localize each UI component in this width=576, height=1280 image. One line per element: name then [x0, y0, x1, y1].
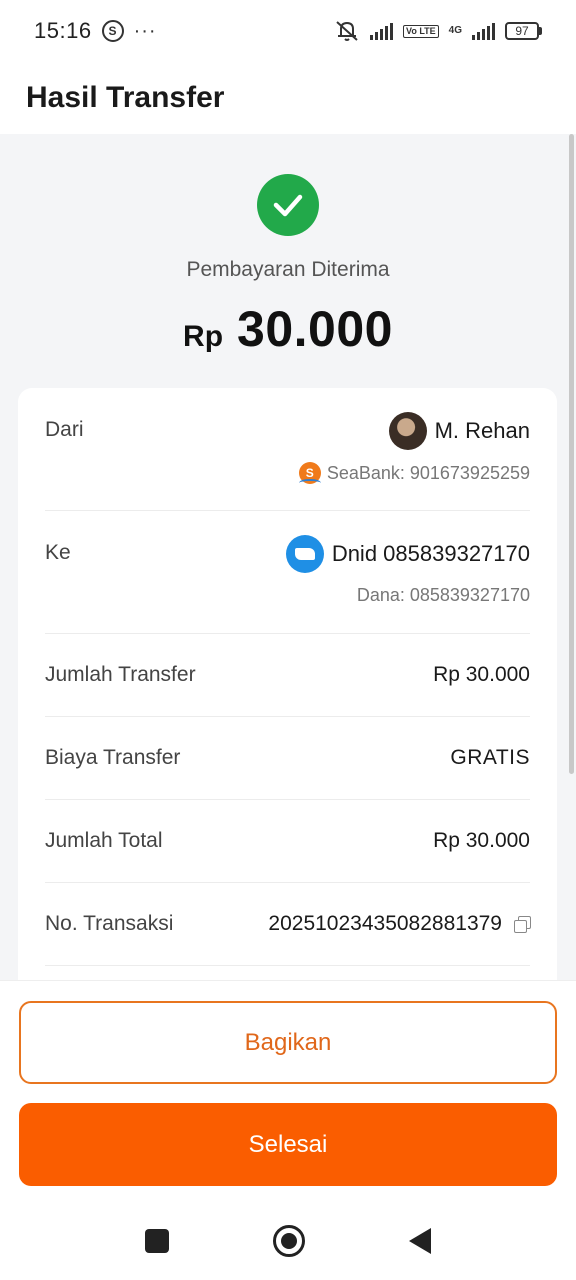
total-amount-value: Rp 30.000: [433, 829, 530, 852]
page-title: Hasil Transfer: [26, 81, 225, 114]
success-check-icon: [257, 174, 319, 236]
success-summary: Pembayaran Diterima Rp 30.000: [0, 134, 576, 358]
transfer-result-content[interactable]: Pembayaran Diterima Rp 30.000 Dari M. Re…: [0, 134, 576, 980]
total-amount-label: Jumlah Total: [45, 829, 163, 852]
bottom-actions: Bagikan Selesai: [0, 980, 576, 1202]
recipient-row: Ke Dnid 085839327170 Dana: 085839327170: [45, 511, 530, 634]
transfer-fee-row: Biaya Transfer GRATIS: [45, 717, 530, 800]
amount-value: 30.000: [237, 301, 393, 357]
sender-name: M. Rehan: [434, 418, 530, 443]
transaction-details-card: Dari M. Rehan S SeaBank: 901673925259 Ke…: [18, 388, 557, 980]
volte-icon: Vo LTE: [402, 24, 439, 38]
network-type-icon: 4G: [448, 25, 462, 36]
transfer-amount-row: Jumlah Transfer Rp 30.000: [45, 634, 530, 717]
home-icon[interactable]: [273, 1225, 305, 1257]
sender-avatar: [388, 412, 427, 450]
payment-status: Pembayaran Diterima: [186, 258, 390, 281]
transfer-fee-value: GRATIS: [450, 746, 530, 769]
app-header: Hasil Transfer: [0, 62, 576, 134]
transfer-amount: Rp 30.000: [183, 300, 393, 358]
dana-logo-icon: [285, 535, 324, 573]
system-nav-bar: [0, 1202, 576, 1280]
sender-account: SeaBank: 901673925259: [326, 462, 530, 483]
battery-level: 97: [505, 22, 539, 40]
seabank-logo-icon: S: [298, 462, 321, 484]
copy-icon[interactable]: [514, 916, 531, 933]
status-right: Vo LTE 4G 97: [334, 19, 542, 43]
transaction-id-label: No. Transaksi: [45, 912, 174, 935]
sender-row: Dari M. Rehan S SeaBank: 901673925259: [45, 388, 530, 511]
transfer-fee-label: Biaya Transfer: [45, 746, 181, 769]
battery-icon: 97: [505, 22, 542, 40]
recipient-name: Dnid 085839327170: [331, 541, 530, 566]
transfer-amount-label: Jumlah Transfer: [45, 663, 196, 686]
recipient-account: Dana: 085839327170: [356, 585, 530, 605]
status-bar: 15:16 S ··· Vo LTE 4G 97: [0, 0, 576, 62]
status-time: 15:16: [34, 18, 92, 43]
scrollbar[interactable]: [569, 134, 574, 774]
sender-label: Dari: [45, 418, 84, 441]
transaction-id-value: 20251023435082881379: [268, 912, 502, 935]
amount-currency: Rp: [183, 320, 224, 353]
done-button[interactable]: Selesai: [19, 1103, 557, 1186]
seabank-notification-icon: S: [101, 20, 124, 42]
transaction-id-row: No. Transaksi 20251023435082881379: [45, 883, 531, 966]
back-icon[interactable]: [409, 1228, 431, 1254]
signal-icon-2: [472, 22, 495, 40]
status-left: 15:16 S ···: [34, 18, 157, 44]
transfer-amount-value: Rp 30.000: [433, 663, 530, 686]
signal-icon: [369, 22, 393, 40]
muted-bell-icon: [336, 21, 358, 41]
total-amount-row: Jumlah Total Rp 30.000: [45, 800, 530, 883]
recents-icon[interactable]: [145, 1229, 169, 1253]
recipient-label: Ke: [45, 541, 71, 564]
more-notifications-icon: ···: [133, 19, 157, 42]
share-button[interactable]: Bagikan: [19, 1001, 557, 1084]
